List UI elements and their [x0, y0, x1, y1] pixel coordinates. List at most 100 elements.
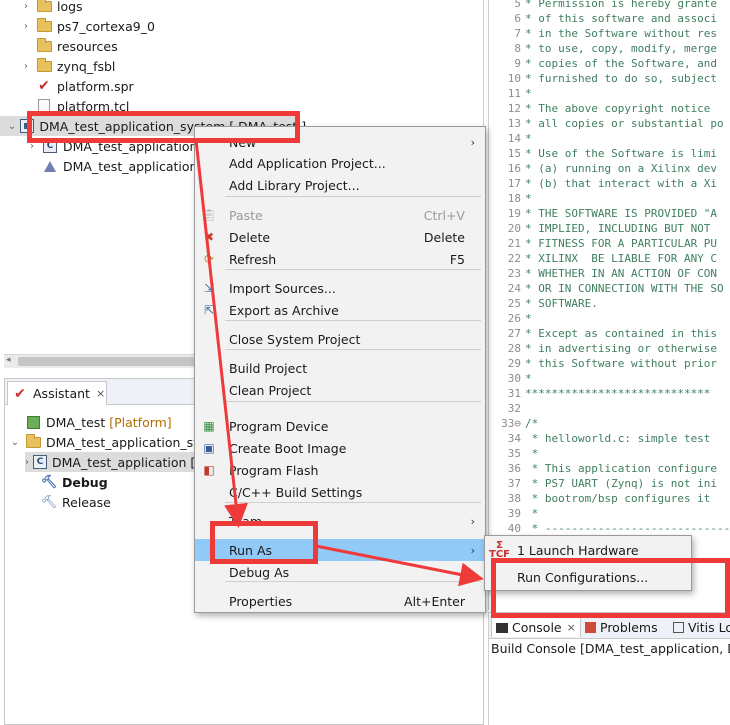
- line-number: 23: [507, 267, 521, 280]
- code-text: *: [525, 507, 539, 520]
- menu-item-label: Properties: [229, 593, 293, 609]
- close-icon[interactable]: ×: [96, 387, 105, 400]
- line-number: 37: [507, 477, 521, 490]
- code-line: 37 * PS7 UART (Zynq) is not ini: [489, 477, 717, 492]
- menu-item-run-as[interactable]: Run As ›: [195, 539, 485, 561]
- code-text: * copies of the Software, and: [525, 57, 718, 70]
- menu-item-add-application-project[interactable]: Add Application Project...: [195, 152, 485, 174]
- code-text: * Permission is hereby grante: [525, 0, 718, 10]
- tree-item-ps7-cortexa9[interactable]: › ps7_cortexa9_0: [20, 16, 155, 36]
- code-text: * This application configure: [525, 462, 718, 475]
- collapse-icon[interactable]: ⌄: [8, 121, 16, 132]
- menu-item-shortcut: Ctrl+V: [423, 207, 465, 223]
- code-text: * Use of the Software is limi: [525, 147, 718, 160]
- expand-icon[interactable]: ›: [20, 1, 32, 12]
- scrollbar-thumb[interactable]: [18, 357, 198, 366]
- menu-item-launch-hardware[interactable]: Σ TCF 1 Launch Hardware: [485, 538, 691, 562]
- expand-icon[interactable]: ›: [26, 141, 38, 152]
- tab-assistant[interactable]: ✔ Assistant ×: [7, 381, 107, 405]
- menu-item-refresh[interactable]: ⟳ Refresh F5: [195, 248, 485, 270]
- assistant-item-label: DMA_test_application [: [52, 454, 196, 470]
- line-number: 18: [507, 192, 521, 205]
- assistant-item-debug[interactable]: 🔨︎ Debug: [41, 472, 108, 492]
- assistant-item-system[interactable]: ⌄ DMA_test_application_sys: [9, 432, 207, 452]
- code-text: * of this software and associ: [525, 12, 718, 25]
- menu-item-import-sources[interactable]: ⇲ Import Sources...: [195, 277, 485, 299]
- hammer-icon: 🔨︎: [40, 494, 58, 510]
- menu-item-label: Import Sources...: [229, 280, 336, 296]
- menu-item-label: Program Device: [229, 418, 329, 434]
- assistant-item-platform[interactable]: DMA_test [Platform]: [25, 412, 172, 432]
- xilinx-check-icon: ✔: [14, 385, 26, 402]
- tree-item-platform-spr[interactable]: ✔ platform.spr: [20, 76, 134, 96]
- code-line: 34 * helloworld.c: simple test: [489, 432, 717, 447]
- code-line: 24 * OR IN CONNECTION WITH THE SO: [489, 282, 724, 297]
- collapse-icon[interactable]: ⌄: [9, 437, 21, 448]
- expand-icon[interactable]: ›: [20, 61, 32, 72]
- code-editor[interactable]: 5 * Permission is hereby grante 6 * of this…: [488, 0, 730, 610]
- menu-item-delete[interactable]: ✖ Delete Delete: [195, 226, 485, 248]
- close-icon[interactable]: ×: [567, 621, 576, 634]
- menu-item-clean-project[interactable]: Clean Project: [195, 379, 485, 401]
- menu-item-export-as-archive[interactable]: ⇱ Export as Archive: [195, 299, 485, 321]
- menu-item-label: Team: [229, 513, 263, 529]
- menu-item-c-c-build-settings[interactable]: C/C++ Build Settings: [195, 481, 485, 503]
- hammer-icon: 🔨︎: [40, 474, 58, 490]
- line-number: 35: [507, 447, 521, 460]
- menu-item-label: Clean Project: [229, 382, 312, 398]
- menu-item-team[interactable]: Team ›: [195, 510, 485, 532]
- code-text: * SOFTWARE.: [525, 297, 598, 310]
- code-line: 5 * Permission is hereby grante: [489, 0, 717, 12]
- folder-icon: [36, 37, 52, 54]
- menu-separator: [225, 320, 481, 321]
- menu-item-close-system-project[interactable]: Close System Project: [195, 328, 485, 350]
- menu-item-create-boot-image[interactable]: ▣ Create Boot Image: [195, 437, 485, 459]
- console-text: Build Console [DMA_test_application, Deb: [491, 641, 730, 656]
- menu-item-program-flash[interactable]: ◧ Program Flash: [195, 459, 485, 481]
- tab-vitis-log[interactable]: Vitis Lo: [673, 617, 730, 637]
- line-number: 24: [507, 282, 521, 295]
- line-number: 9: [514, 57, 521, 70]
- assistant-item-release[interactable]: 🔨︎ Release: [41, 492, 111, 512]
- tree-item-resources[interactable]: resources: [20, 36, 118, 56]
- tree-item-platform-tcl[interactable]: platform.tcl: [20, 96, 129, 116]
- menu-item-run-configurations[interactable]: Run Configurations...: [485, 565, 691, 589]
- tree-item-zynq-fsbl[interactable]: › zynq_fsbl: [20, 56, 115, 76]
- tree-item-logs[interactable]: › logs: [20, 0, 83, 16]
- line-number: 19: [507, 207, 521, 220]
- system-project-icon: [20, 118, 35, 134]
- tree-item-label: platform.spr: [57, 78, 134, 94]
- menu-separator: [225, 502, 481, 503]
- line-number: 38: [507, 492, 521, 505]
- scroll-left-icon[interactable]: ◂: [6, 355, 11, 365]
- menu-item-build-project[interactable]: Build Project: [195, 357, 485, 379]
- menu-item-debug-as[interactable]: Debug As ›: [195, 561, 485, 583]
- menu-item-paste[interactable]: 📋︎ Paste Ctrl+V: [195, 204, 485, 226]
- line-number: 15: [507, 147, 521, 160]
- code-line: 25 * SOFTWARE.: [489, 297, 598, 312]
- menu-item-properties[interactable]: Properties Alt+Enter: [195, 590, 485, 612]
- expand-icon[interactable]: ›: [20, 21, 32, 32]
- console-icon: [496, 622, 508, 633]
- menu-item-label: Paste: [229, 207, 263, 223]
- tab-console[interactable]: Console ×: [491, 617, 581, 637]
- assistant-item-application[interactable]: › C DMA_test_application [: [25, 452, 195, 472]
- menu-item-shortcut: F5: [449, 251, 465, 267]
- c-project-icon: C: [42, 138, 58, 154]
- tab-problems[interactable]: Problems: [585, 617, 658, 637]
- tree-item-application-test[interactable]: DMA_test_application_s: [26, 156, 210, 176]
- code-line: 7 * in the Software without res: [489, 27, 717, 42]
- menu-item-label: Run As: [229, 542, 273, 558]
- menu-item-program-device[interactable]: ▦ Program Device: [195, 415, 485, 437]
- menu-item-add-library-project[interactable]: Add Library Project...: [195, 174, 485, 196]
- menu-item-new[interactable]: New ›: [195, 131, 485, 153]
- console-tabbar: Console × Problems Vitis Lo: [489, 615, 730, 639]
- line-number: 16: [507, 162, 521, 175]
- menu-item-label: Program Flash: [229, 462, 319, 478]
- code-line: 28 * in advertising or otherwise: [489, 342, 717, 357]
- code-line: 26 *: [489, 312, 532, 327]
- tree-item-application[interactable]: › C DMA_test_application [: [26, 136, 206, 156]
- expand-icon[interactable]: ›: [25, 457, 29, 468]
- code-line: 19 * THE SOFTWARE IS PROVIDED "A: [489, 207, 717, 222]
- line-number: 12: [507, 102, 521, 115]
